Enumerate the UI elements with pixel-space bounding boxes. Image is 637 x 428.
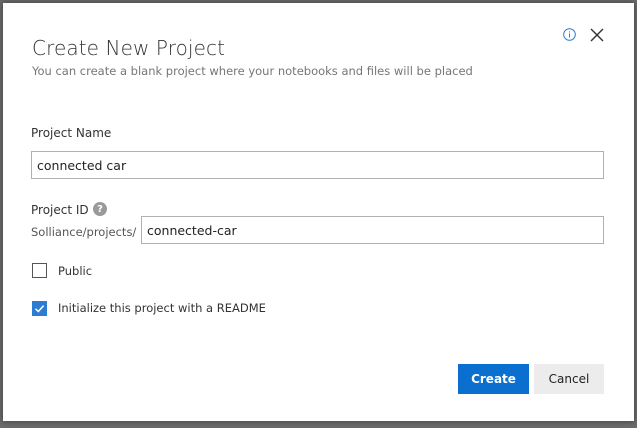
create-button[interactable]: Create xyxy=(458,364,529,394)
checkmark-icon xyxy=(34,305,45,313)
create-project-dialog: Create New Project You can create a blan… xyxy=(3,3,634,421)
cancel-button[interactable]: Cancel xyxy=(534,364,604,394)
project-id-prefix: Solliance/projects/ xyxy=(31,225,137,239)
dialog-title: Create New Project xyxy=(32,36,226,60)
project-id-input[interactable] xyxy=(141,216,604,244)
public-label[interactable]: Public xyxy=(58,264,92,278)
project-name-label: Project Name xyxy=(31,126,112,140)
close-icon[interactable] xyxy=(589,27,605,43)
public-checkbox[interactable] xyxy=(32,263,47,278)
readme-label[interactable]: Initialize this project with a README xyxy=(58,301,266,315)
dialog-subtitle: You can create a blank project where you… xyxy=(32,64,473,78)
project-name-input[interactable] xyxy=(31,151,604,179)
readme-checkbox[interactable] xyxy=(32,301,47,316)
project-id-label: Project ID xyxy=(31,203,89,217)
info-icon[interactable] xyxy=(563,28,576,41)
help-icon[interactable]: ? xyxy=(93,202,107,216)
